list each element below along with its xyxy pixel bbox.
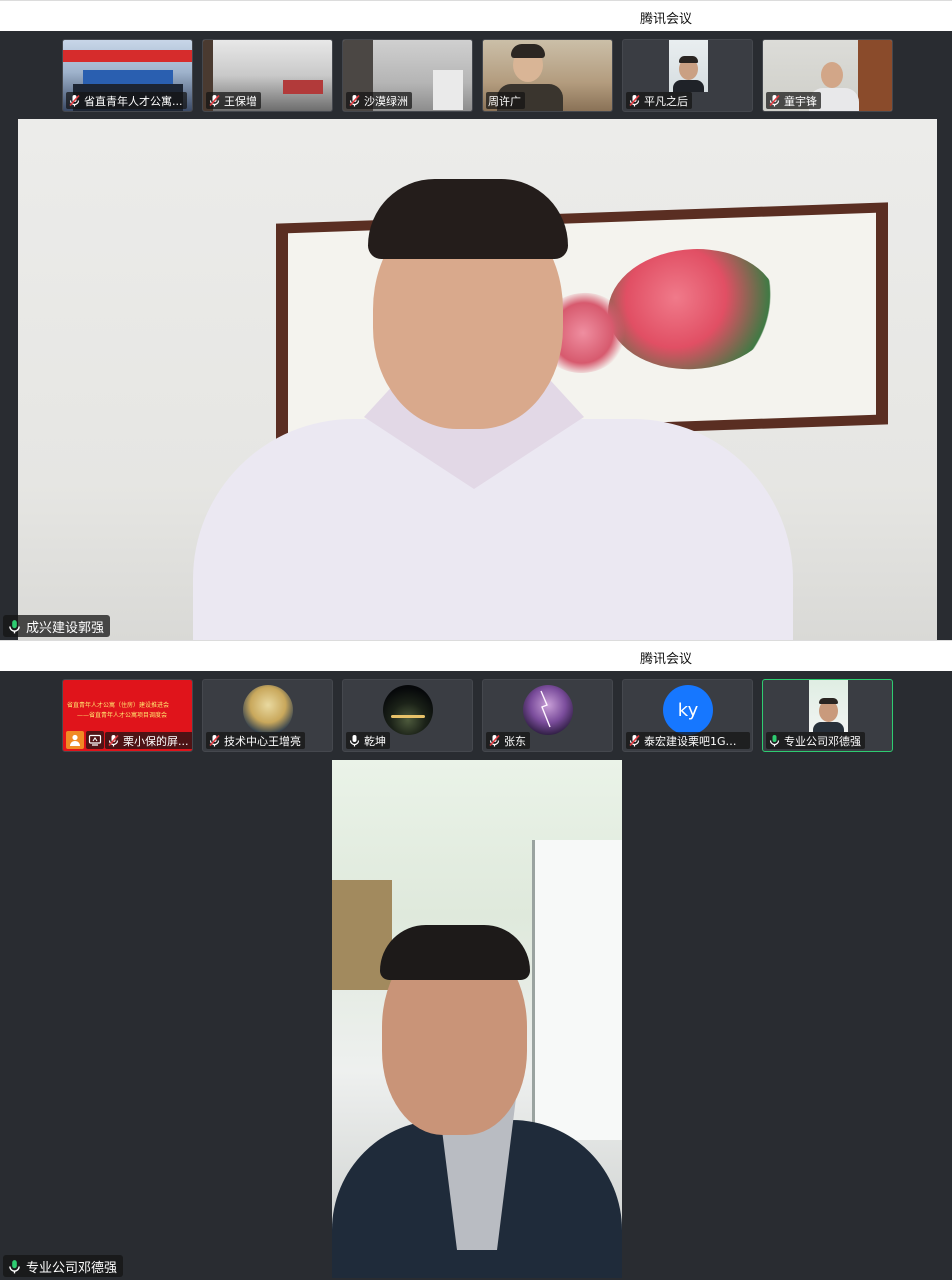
participant-tile[interactable]: 乾坤 — [342, 679, 473, 752]
participant-caption: 技术中心王增亮 — [206, 732, 305, 749]
participant-avatar — [383, 685, 433, 735]
participant-tile[interactable]: 沙漠绿洲 — [342, 39, 473, 112]
speaker-video — [332, 760, 622, 1278]
participant-tile[interactable]: 王保增 — [202, 39, 333, 112]
participant-caption: 省直青年人才公寓... — [66, 92, 187, 109]
participant-name: 省直青年人才公寓... — [84, 94, 183, 108]
person-icon — [66, 731, 84, 749]
participant-name: 专业公司邓德强 — [784, 734, 861, 748]
participant-caption: 沙漠绿洲 — [346, 92, 412, 109]
participant-name: 技术中心王增亮 — [224, 734, 301, 748]
mic-on-icon — [348, 734, 361, 747]
active-speaker-label: 成兴建设郭强 — [3, 615, 111, 637]
banner-subtext: ——省直青年人才公寓项目调度会 — [77, 712, 168, 719]
participant-name: 平凡之后 — [644, 94, 688, 108]
participant-tile[interactable]: 平凡之后 — [622, 39, 753, 112]
participant-tile[interactable]: 技术中心王增亮 — [202, 679, 333, 752]
meeting-window-top: 腾讯会议 省直青年人才公寓... 王保增 沙漠绿洲 周许广 平凡之后 童宇锋 成… — [0, 0, 952, 640]
video-feed — [809, 680, 848, 732]
mic-active-icon — [7, 619, 22, 634]
participant-caption: 专业公司邓德强 — [766, 732, 865, 749]
mic-muted-icon — [768, 94, 781, 107]
mic-muted-icon — [628, 94, 641, 107]
mic-active-icon — [7, 1259, 22, 1274]
mic-muted-icon — [208, 734, 221, 747]
mic-muted-icon — [628, 734, 641, 747]
participant-caption: 平凡之后 — [626, 92, 692, 109]
participant-strip: 省直青年人才公寓（住房）建设推进会 ——省直青年人才公寓项目调度会 栗小保的屏.… — [0, 671, 952, 759]
participant-avatar — [243, 685, 293, 735]
speaker-name: 成兴建设郭强 — [26, 620, 105, 636]
app-title: 腾讯会议 — [639, 652, 692, 667]
avatar-initials: ky — [677, 699, 699, 721]
participant-tile[interactable]: 童宇锋 — [762, 39, 893, 112]
participant-tile-screen-share[interactable]: 省直青年人才公寓（住房）建设推进会 ——省直青年人才公寓项目调度会 栗小保的屏.… — [62, 679, 193, 752]
participant-caption: 张东 — [486, 732, 530, 749]
participant-name: 栗小保的屏... — [123, 734, 189, 748]
participant-name: 沙漠绿洲 — [364, 94, 408, 108]
mic-muted-icon — [68, 94, 81, 107]
title-bar: 腾讯会议 — [0, 640, 952, 671]
participant-tile[interactable]: ky 泰宏建设栗吧1G你... — [622, 679, 753, 752]
participant-caption: 童宇锋 — [766, 92, 821, 109]
video-feed — [669, 40, 708, 92]
speaker-name: 专业公司邓德强 — [26, 1260, 118, 1276]
app-title: 腾讯会议 — [639, 12, 692, 27]
participant-name: 周许广 — [488, 94, 521, 108]
title-bar: 腾讯会议 — [0, 0, 952, 31]
participant-caption: 王保增 — [206, 92, 261, 109]
participant-caption: 泰宏建设栗吧1G你... — [626, 732, 750, 749]
participant-name: 张东 — [504, 734, 526, 748]
active-speaker-label: 专业公司邓德强 — [3, 1255, 124, 1277]
participant-caption: 周许广 — [486, 92, 525, 109]
participant-name: 王保增 — [224, 94, 257, 108]
main-video-area: 成兴建设郭强 — [0, 119, 952, 640]
participant-tile[interactable]: 张东 — [482, 679, 613, 752]
participant-caption: 乾坤 — [346, 732, 390, 749]
participant-strip: 省直青年人才公寓... 王保增 沙漠绿洲 周许广 平凡之后 童宇锋 — [0, 31, 952, 119]
participant-tile[interactable]: 周许广 — [482, 39, 613, 112]
participant-avatar — [523, 685, 573, 735]
participant-tile-active[interactable]: 专业公司邓德强 — [762, 679, 893, 752]
mic-muted-icon — [488, 734, 501, 747]
participant-name: 童宇锋 — [784, 94, 817, 108]
mic-active-icon — [768, 734, 781, 747]
mic-muted-icon — [107, 734, 120, 747]
mic-muted-icon — [348, 94, 361, 107]
screen-share-icon — [86, 731, 104, 749]
participant-tile[interactable]: 省直青年人才公寓... — [62, 39, 193, 112]
speaker-video — [18, 119, 937, 640]
participant-caption: 栗小保的屏... — [105, 732, 192, 749]
participant-avatar: ky — [663, 685, 713, 735]
banner-text: 省直青年人才公寓（住房）建设推进会 — [67, 702, 170, 709]
main-video-area: 专业公司邓德强 — [0, 760, 952, 1280]
participant-name: 乾坤 — [364, 734, 386, 748]
mic-muted-icon — [208, 94, 221, 107]
meeting-window-bottom: 腾讯会议 省直青年人才公寓（住房）建设推进会 ——省直青年人才公寓项目调度会 栗… — [0, 640, 952, 1280]
participant-name: 泰宏建设栗吧1G你... — [644, 734, 746, 748]
